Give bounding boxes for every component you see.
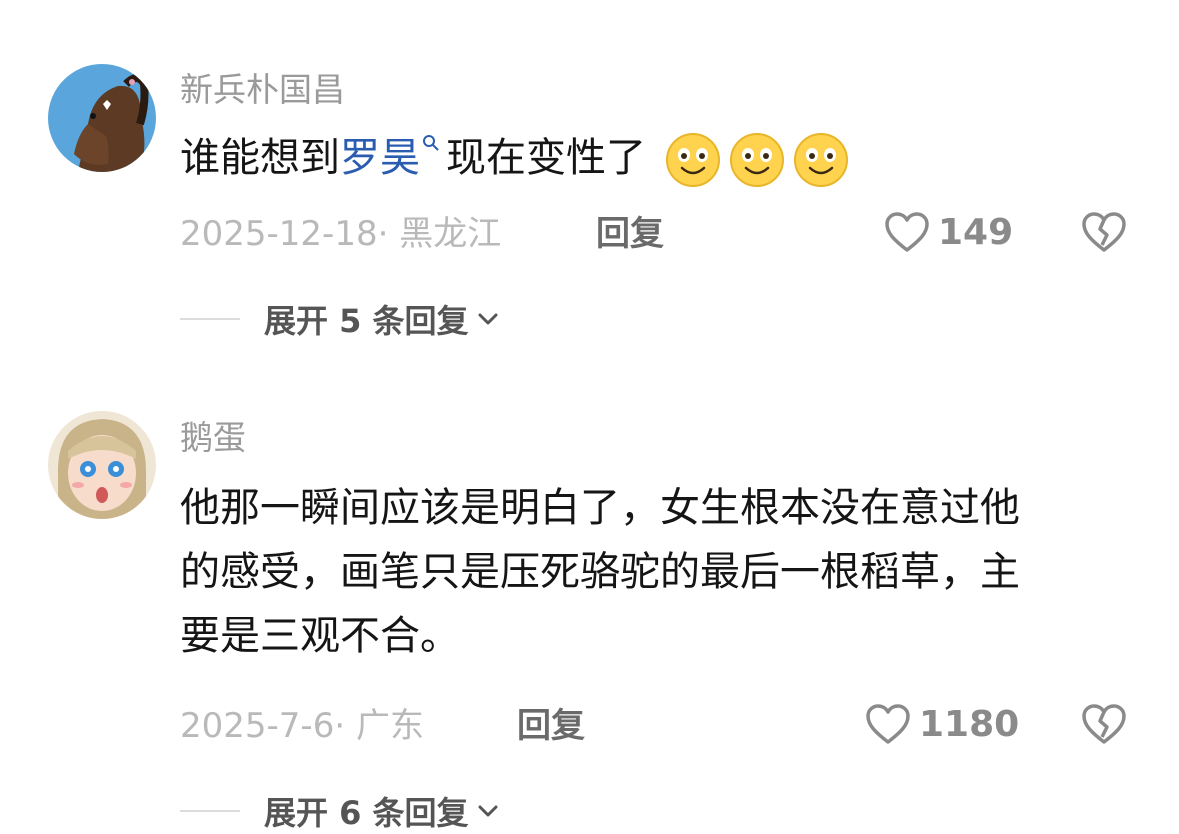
username[interactable]: 鹅蛋 <box>180 418 246 458</box>
comment-location: · 广东 <box>334 706 424 746</box>
comment-text: 他那一瞬间应该是明白了，女生根本没在意过他 的感受，画笔只是压死骆驼的最后一根稻… <box>180 478 1115 666</box>
like-button[interactable]: 1180 <box>865 703 1019 745</box>
heart-outline-icon <box>866 704 910 744</box>
comment-line: 的感受，画笔只是压死骆驼的最后一根稻草，主 <box>180 549 1020 595</box>
chevron-down-icon <box>478 805 498 817</box>
divider <box>180 810 240 812</box>
dislike-button[interactable] <box>1081 703 1127 749</box>
comment-2: 鹅蛋 他那一瞬间应该是明白了，女生根本没在意过他 的感受，画笔只是压死骆驼的最后… <box>0 0 1179 832</box>
like-count: 1180 <box>919 703 1020 745</box>
comment-meta: 2025-7-6· 广东 <box>180 706 424 746</box>
anime-avatar-icon <box>48 411 156 519</box>
comment-line: 要是三观不合。 <box>180 613 460 659</box>
comment-date: 2025-7-6 <box>180 706 335 746</box>
reply-button[interactable]: 回复 <box>517 706 585 746</box>
expand-replies-label: 展开 6 条回复 <box>264 794 469 832</box>
comment-line: 他那一瞬间应该是明白了，女生根本没在意过他 <box>180 485 1020 531</box>
avatar[interactable] <box>48 411 156 519</box>
expand-replies[interactable]: 展开 6 条回复 <box>180 788 499 834</box>
broken-heart-icon <box>1082 704 1126 744</box>
